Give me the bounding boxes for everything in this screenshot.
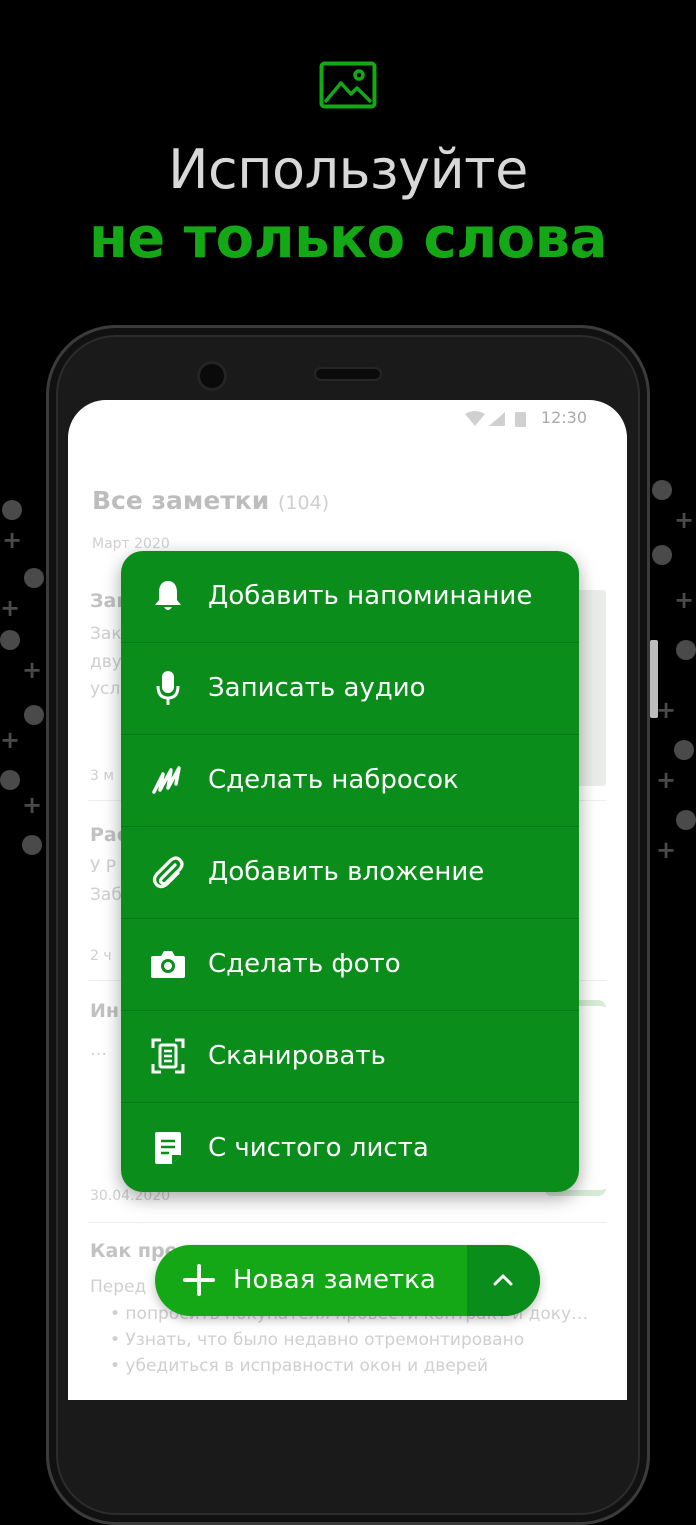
new-note-options-menu: Добавить напоминание Записать аудио Сдел… xyxy=(121,551,579,1192)
menu-item-scan[interactable]: Сканировать xyxy=(121,1011,579,1102)
menu-item-label: Добавить вложение xyxy=(208,857,485,887)
bell-icon xyxy=(149,577,187,615)
notes-count: (104) xyxy=(278,492,330,514)
note-snippet: У Р xyxy=(90,857,117,877)
menu-item-blank-note[interactable]: С чистого листа xyxy=(121,1103,579,1192)
blank-page-icon xyxy=(149,1129,187,1167)
hero-title-line2: не только слова xyxy=(89,206,607,271)
scan-icon xyxy=(149,1037,187,1075)
battery-icon xyxy=(515,412,526,427)
menu-item-take-photo[interactable]: Сделать фото xyxy=(121,919,579,1010)
hero-title-line1: Используйте xyxy=(168,138,528,201)
note-snippet: усл xyxy=(90,679,121,699)
note-snippet: … xyxy=(90,1040,107,1060)
new-note-fab: Новая заметка xyxy=(155,1245,540,1316)
plus-icon xyxy=(183,1264,215,1296)
menu-item-add-attachment[interactable]: Добавить вложение xyxy=(121,827,579,918)
menu-item-sketch[interactable]: Сделать набросок xyxy=(121,735,579,826)
note-snippet: Зак xyxy=(90,624,122,644)
image-icon xyxy=(319,61,377,109)
menu-item-label: Сделать фото xyxy=(208,949,401,979)
note-date: 2 ч xyxy=(90,948,112,964)
menu-item-label: Сделать набросок xyxy=(208,765,459,795)
phone-side-button xyxy=(650,640,658,718)
signal-icon xyxy=(489,412,505,426)
month-header: Март 2020 xyxy=(92,536,170,552)
new-note-button[interactable]: Новая заметка xyxy=(155,1245,467,1316)
note-bullet: • убедиться в исправности окон и дверей xyxy=(110,1356,489,1376)
menu-item-label: Добавить напоминание xyxy=(208,581,533,611)
sketch-icon xyxy=(149,761,187,799)
camera-icon xyxy=(149,945,187,983)
divider xyxy=(88,1222,607,1223)
note-snippet: дву xyxy=(90,652,122,672)
front-camera xyxy=(200,364,224,388)
chevron-up-icon xyxy=(493,1274,513,1286)
wifi-icon xyxy=(465,411,485,426)
note-title[interactable]: Ин xyxy=(90,1000,119,1022)
earpiece-speaker xyxy=(316,369,380,379)
note-date: 3 м xyxy=(90,768,114,784)
new-note-label: Новая заметка xyxy=(233,1265,436,1295)
menu-item-label: С чистого листа xyxy=(208,1133,429,1163)
notes-list-title: Все заметки (104) xyxy=(92,486,330,515)
status-icons xyxy=(465,411,526,427)
status-time: 12:30 xyxy=(540,408,587,427)
microphone-icon xyxy=(149,669,187,707)
menu-item-label: Сканировать xyxy=(208,1041,386,1071)
menu-item-label: Записать аудио xyxy=(208,673,426,703)
paperclip-icon xyxy=(149,853,187,891)
note-snippet: Перед xyxy=(90,1277,147,1297)
note-snippet: Заб xyxy=(90,885,122,905)
note-bullet: • Узнать, что было недавно отремонтирова… xyxy=(110,1330,525,1350)
menu-item-add-reminder[interactable]: Добавить напоминание xyxy=(121,551,579,642)
menu-item-record-audio[interactable]: Записать аудио xyxy=(121,643,579,734)
collapse-menu-button[interactable] xyxy=(467,1245,540,1316)
